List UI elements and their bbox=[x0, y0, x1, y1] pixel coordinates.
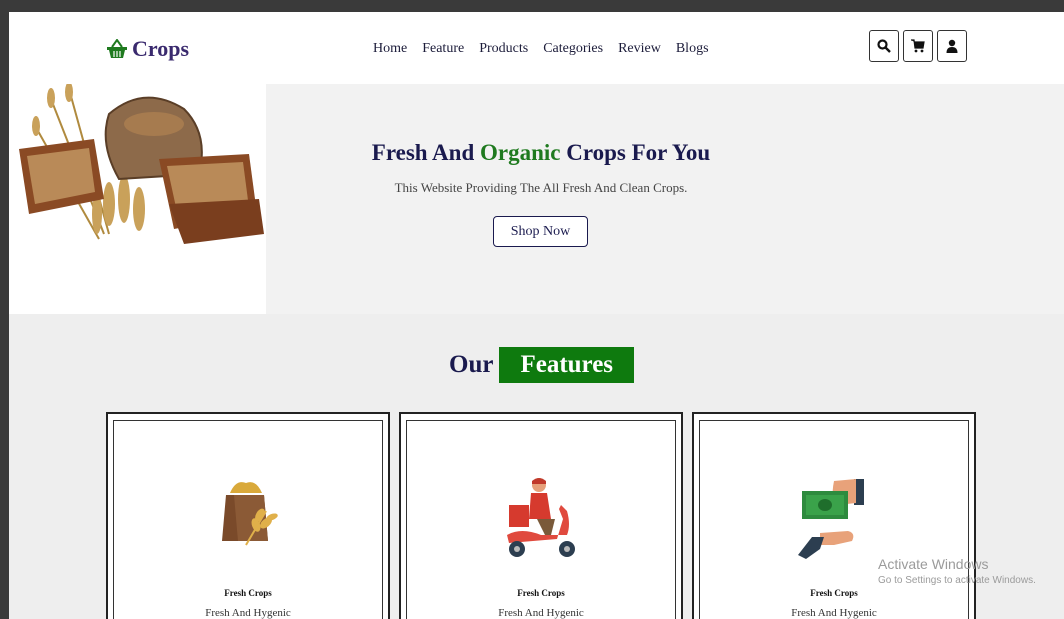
cart-icon bbox=[911, 39, 925, 53]
nav-feature[interactable]: Feature bbox=[422, 41, 464, 57]
feature-card: Fresh Crops Fresh And Hygenic bbox=[692, 412, 976, 619]
nav-review[interactable]: Review bbox=[618, 41, 661, 57]
user-button[interactable] bbox=[937, 30, 967, 62]
delivery-scooter-icon bbox=[501, 475, 581, 572]
feature-card: Fresh Crops Fresh And Hygenic bbox=[106, 412, 390, 619]
nav-home[interactable]: Home bbox=[373, 41, 407, 57]
feature-card-title: Fresh Crops bbox=[224, 588, 272, 598]
feature-card-inner: Fresh Crops Fresh And Hygenic bbox=[113, 420, 383, 619]
feature-card-subtitle: Fresh And Hygenic bbox=[791, 607, 877, 619]
basket-icon bbox=[106, 39, 128, 59]
hero-title-part2: Crops For You bbox=[560, 140, 711, 165]
header-icon-group bbox=[869, 30, 967, 62]
hero-title-part1: Fresh And bbox=[371, 140, 480, 165]
feature-card-subtitle: Fresh And Hygenic bbox=[498, 607, 584, 619]
search-button[interactable] bbox=[869, 30, 899, 62]
hero-subtitle: This Website Providing The All Fresh And… bbox=[394, 180, 688, 195]
hero-section: Fresh And Organic Crops For You This Web… bbox=[9, 82, 1064, 314]
watermark-line1: Activate Windows bbox=[878, 556, 989, 572]
nav-blogs[interactable]: Blogs bbox=[676, 41, 709, 57]
brand-logo[interactable]: Crops bbox=[106, 36, 189, 62]
feature-card-inner: Fresh Crops Fresh And Hygenic bbox=[406, 420, 676, 619]
hero-grain-image bbox=[9, 82, 266, 314]
features-heading: Our Features bbox=[449, 347, 635, 383]
feature-card: Fresh Crops Fresh And Hygenic bbox=[399, 412, 683, 619]
nav-categories[interactable]: Categories bbox=[543, 41, 603, 57]
window-left-border bbox=[0, 0, 9, 619]
site-header: Crops Home Feature Products Categories R… bbox=[9, 12, 1064, 84]
search-icon bbox=[877, 39, 891, 53]
user-icon bbox=[946, 39, 958, 53]
windows-activation-watermark: Activate Windows Go to Settings to activ… bbox=[878, 556, 1036, 586]
grain-sack-icon bbox=[216, 475, 280, 552]
feature-card-title: Fresh Crops bbox=[517, 588, 565, 598]
features-heading-boxed: Features bbox=[499, 347, 635, 383]
features-heading-plain: Our bbox=[449, 351, 494, 378]
feature-card-inner: Fresh Crops Fresh And Hygenic bbox=[699, 420, 969, 619]
window-top-border bbox=[0, 0, 1064, 12]
hero-title-highlight: Organic bbox=[479, 140, 561, 165]
money-payment-icon bbox=[794, 475, 874, 564]
watermark-line2: Go to Settings to activate Windows. bbox=[878, 575, 1036, 586]
feature-card-subtitle: Fresh And Hygenic bbox=[205, 607, 291, 619]
brand-name: Crops bbox=[132, 36, 190, 61]
hero-title: Fresh And Organic Crops For You bbox=[266, 140, 816, 166]
nav-products[interactable]: Products bbox=[479, 41, 528, 57]
cart-button[interactable] bbox=[903, 30, 933, 62]
main-nav: Home Feature Products Categories Review … bbox=[373, 41, 709, 57]
shop-now-button[interactable]: Shop Now bbox=[493, 216, 588, 247]
feature-card-title: Fresh Crops bbox=[810, 588, 858, 598]
